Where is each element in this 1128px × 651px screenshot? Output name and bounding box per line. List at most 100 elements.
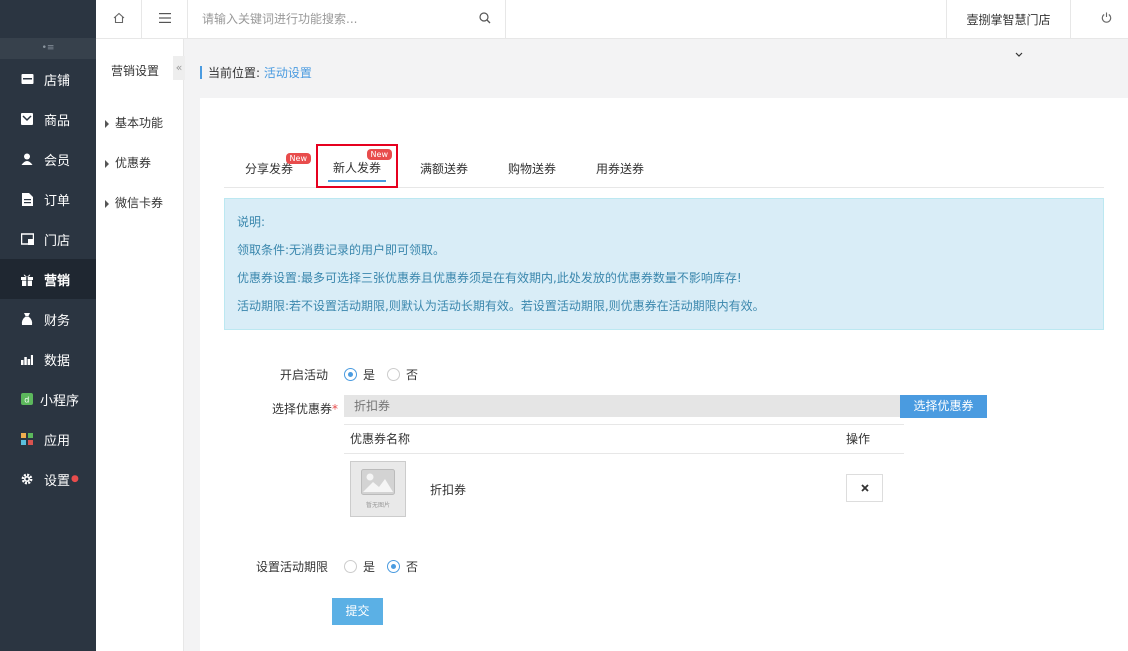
miniapp-icon: d (20, 392, 34, 406)
tab-label: 分享发券 (244, 162, 293, 176)
col-action: 操作 (846, 432, 871, 446)
subnav-item-wechat-card[interactable]: 微信卡券 (96, 183, 183, 223)
open-activity-no-radio[interactable]: 否 (387, 366, 418, 383)
radio-label: 否 (406, 560, 419, 574)
subnav-item-basic[interactable]: 基本功能 (96, 103, 183, 143)
notice-title: 说明: (237, 215, 266, 229)
table-row: 暂无图片 折扣券 (344, 454, 904, 524)
nav-item-goods[interactable]: 商品 (0, 99, 96, 139)
search-icon[interactable] (479, 12, 491, 27)
hamburger-icon (158, 12, 171, 26)
select-coupon-label: 选择优惠券* (248, 400, 338, 417)
subnav-item-label: 微信卡券 (115, 196, 164, 210)
tab-label: 购物送券 (508, 162, 557, 176)
active-tab-underline (328, 180, 386, 182)
nav-item-shop[interactable]: 门店 (0, 219, 96, 259)
tab-label: 用券送券 (596, 162, 645, 176)
notice-line: 活动期限:若不设置活动期限,则默认为活动长期有效。若设置活动期限,则优惠券在活动… (237, 299, 765, 313)
subnav-collapse-button[interactable]: « (173, 56, 185, 80)
close-icon (860, 481, 869, 495)
nav-item-label: 数据 (44, 353, 71, 369)
col-coupon-name: 优惠券名称 (350, 432, 411, 446)
nav-item-marketing[interactable]: 营销 (0, 259, 96, 299)
caret-right-icon (105, 159, 109, 168)
nav-item-order[interactable]: 订单 (0, 179, 96, 219)
power-icon (1101, 12, 1112, 26)
nav-item-apps[interactable]: 应用 (0, 419, 96, 459)
subnav-title: 营销设置 (111, 64, 160, 78)
nav-item-label: 应用 (44, 433, 71, 449)
subnav-item-coupon[interactable]: 优惠券 (96, 143, 183, 183)
menu-button[interactable] (142, 0, 188, 38)
home-button[interactable] (96, 0, 142, 38)
breadcrumb-prefix: 当前位置: (208, 66, 261, 80)
coupon-thumbnail: 暂无图片 (350, 461, 406, 517)
coupon-field[interactable] (344, 395, 900, 417)
coupon-table-header: 优惠券名称 操作 (344, 424, 904, 454)
tab-full-amount-coupon[interactable]: 满额送券 (420, 150, 468, 188)
bar-chart-icon (20, 352, 34, 366)
nav-item-settings[interactable]: 设置 ● (0, 459, 96, 499)
image-placeholder-icon (361, 469, 395, 498)
user-icon (20, 152, 34, 166)
info-notice: 说明: 领取条件:无消费记录的用户即可领取。 优惠券设置:最多可选择三张优惠券且… (224, 198, 1104, 330)
radio-unchecked (344, 560, 357, 573)
nav-item-label: 设置 (44, 473, 71, 489)
subnav-item-label: 优惠券 (115, 156, 152, 170)
open-activity-label: 开启活动 (279, 368, 328, 382)
tab-label: 新人发券 (332, 161, 381, 175)
nav-item-data[interactable]: 数据 (0, 339, 96, 379)
main-nav: •≡ 店铺 商品 会员 订单 门店 营销 财务 数据 d 小程序 应用 设置 ● (0, 0, 96, 651)
tab-new-user-coupon[interactable]: 新人发券 New (316, 144, 398, 188)
open-activity-yes-radio[interactable]: 是 (344, 366, 375, 383)
gift-icon (20, 272, 34, 286)
delete-coupon-button[interactable] (846, 474, 883, 502)
select-coupon-button[interactable]: 选择优惠券 (900, 395, 987, 418)
new-badge: New (366, 149, 392, 160)
set-period-yes-radio[interactable]: 是 (344, 558, 375, 575)
nav-item-member[interactable]: 会员 (0, 139, 96, 179)
top-bar: 壹捌掌智慧门店 (96, 0, 1128, 39)
set-period-label: 设置活动期限 (255, 560, 328, 574)
nav-item-label: 店铺 (44, 73, 71, 89)
breadcrumb-current[interactable]: 活动设置 (264, 66, 312, 80)
submit-button[interactable]: 提交 (332, 598, 383, 625)
apps-grid-icon (20, 432, 34, 446)
goods-icon (20, 112, 34, 126)
nav-item-label: 财务 (44, 313, 71, 329)
tab-share-coupon[interactable]: 分享发券 New (244, 150, 311, 188)
set-period-no-radio[interactable]: 否 (387, 558, 418, 575)
settings-alert-dot: ● (71, 474, 79, 484)
nav-item-finance[interactable]: 财务 (0, 299, 96, 339)
radio-unchecked (387, 368, 400, 381)
caret-right-icon (105, 119, 109, 128)
subnav-item-label: 基本功能 (115, 116, 164, 130)
store-name[interactable]: 壹捌掌智慧门店 (946, 0, 1071, 38)
nav-item-label: 商品 (44, 113, 71, 129)
nav-item-label: 小程序 (40, 393, 80, 409)
shop-icon (20, 232, 34, 246)
thumb-caption: 暂无图片 (365, 502, 390, 509)
radio-checked (387, 560, 400, 573)
chevron-down-icon[interactable] (1015, 50, 1023, 59)
sub-nav: 营销设置 基本功能 优惠券 微信卡券 (96, 39, 184, 651)
tab-use-coupon[interactable]: 用券送券 (596, 150, 644, 188)
nav-item-store[interactable]: 店铺 (0, 59, 96, 99)
logout-button[interactable] (1086, 0, 1126, 38)
notice-line: 领取条件:无消费记录的用户即可领取。 (237, 243, 446, 257)
nav-item-label: 订单 (44, 193, 71, 209)
radio-label: 是 (363, 560, 376, 574)
coupon-name: 折扣券 (430, 483, 467, 497)
order-icon (20, 192, 34, 206)
tab-purchase-coupon[interactable]: 购物送券 (508, 150, 556, 188)
main-panel: 分享发券 New 新人发券 New 满额送券 购物送券 用券送券 说明: 领取条… (200, 98, 1128, 651)
nav-toggle[interactable]: •≡ (0, 38, 96, 59)
nav-logo-area (0, 0, 96, 38)
money-bag-icon (20, 312, 34, 326)
store-icon (20, 72, 34, 86)
search-input[interactable] (188, 0, 468, 38)
gear-icon (20, 472, 34, 486)
nav-item-miniapp[interactable]: d 小程序 (0, 379, 96, 419)
radio-label: 否 (406, 368, 419, 382)
radio-label: 是 (363, 368, 376, 382)
